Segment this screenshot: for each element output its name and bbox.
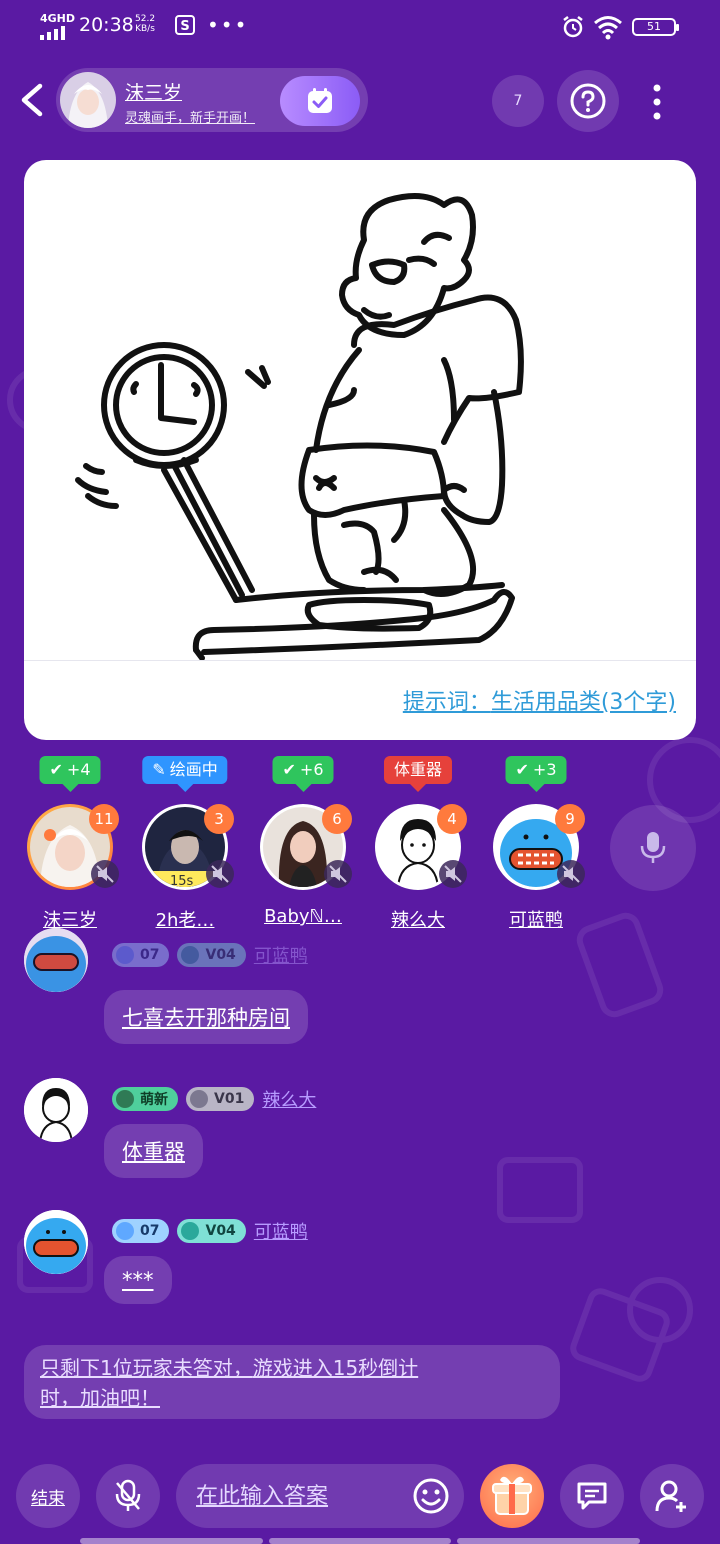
drawing-canvas: 提示词：生活用品类(3个字) bbox=[24, 160, 696, 740]
svg-text:S: S bbox=[180, 19, 189, 34]
chat-avatar[interactable] bbox=[24, 1078, 88, 1142]
player-score: 9 bbox=[555, 804, 585, 834]
microphone-icon bbox=[640, 832, 666, 863]
chat-message: 07 V04 可蓝鸭 *** bbox=[24, 1210, 424, 1310]
question-circle-icon bbox=[570, 83, 606, 119]
smile-icon[interactable] bbox=[412, 1477, 450, 1515]
player-slot-2[interactable]: ✎ 绘画中 15s 3 2h老… bbox=[130, 756, 240, 936]
battery-indicator: 51 bbox=[632, 18, 679, 36]
mic-button[interactable] bbox=[610, 805, 696, 891]
person-on-scale-sketch bbox=[75, 193, 524, 660]
chat-bubble: 七喜去开那种房间 bbox=[104, 990, 308, 1044]
chat-button[interactable] bbox=[560, 1464, 624, 1528]
more-notifications: ••• bbox=[207, 13, 249, 37]
canvas-divider bbox=[24, 660, 696, 661]
chat-bubble-icon bbox=[577, 1482, 607, 1510]
vip-badge: V01 bbox=[186, 1087, 255, 1111]
chat-avatar[interactable] bbox=[24, 1210, 88, 1274]
chat-message: 07 V04 可蓝鸭 七喜去开那种房间 bbox=[24, 928, 424, 1046]
drawing-timer: 15s bbox=[170, 874, 194, 889]
speaker-muted-icon bbox=[91, 860, 119, 888]
mic-off-icon bbox=[115, 1479, 141, 1511]
gift-button[interactable] bbox=[480, 1464, 544, 1528]
player-tag: ✎ 绘画中 bbox=[142, 756, 228, 784]
player-score: 11 bbox=[89, 804, 119, 834]
viewer-count[interactable]: 7 bbox=[492, 75, 544, 127]
player-name: 可蓝鸭 bbox=[509, 910, 563, 931]
chat-username[interactable]: 辣么大 bbox=[262, 1086, 316, 1112]
player-slot-3[interactable]: ✔ +6 6 Babyℕ… bbox=[248, 756, 358, 936]
check-in-button[interactable] bbox=[280, 76, 360, 126]
player-tag: ✔ +3 bbox=[505, 756, 567, 784]
network-type: 4GHD bbox=[40, 12, 76, 25]
speaker-muted-icon bbox=[206, 860, 234, 888]
host-name: 沫三岁 bbox=[125, 82, 183, 104]
vertical-dots-icon[interactable] bbox=[645, 82, 669, 122]
player-name: 沫三岁 bbox=[43, 910, 97, 931]
chat-username[interactable]: 可蓝鸭 bbox=[254, 942, 308, 968]
calendar-check-icon bbox=[308, 88, 332, 113]
end-button[interactable]: 结束 bbox=[16, 1464, 80, 1528]
chat-bubble: 体重器 bbox=[104, 1124, 203, 1178]
player-name: 2h老… bbox=[155, 910, 215, 931]
vip-badge: V04 bbox=[177, 943, 246, 967]
player-score: 4 bbox=[437, 804, 467, 834]
speaker-muted-icon bbox=[439, 860, 467, 888]
level-badge: 萌新 bbox=[112, 1087, 178, 1111]
chat-message: 萌新 V01 辣么大 体重器 bbox=[24, 1078, 424, 1178]
help-button[interactable] bbox=[557, 70, 619, 132]
wifi-icon bbox=[594, 16, 622, 40]
gift-icon bbox=[492, 1476, 532, 1515]
chat-meta: 07 V04 可蓝鸭 bbox=[112, 942, 308, 968]
player-tag: ✔ +4 bbox=[39, 756, 101, 784]
alarm-icon bbox=[563, 16, 583, 38]
player-slot-4[interactable]: 体重器 4 辣么大 bbox=[363, 756, 473, 936]
mic-toggle-button[interactable] bbox=[96, 1464, 160, 1528]
chat-meta: 07 V04 可蓝鸭 bbox=[112, 1218, 308, 1244]
player-tag: 体重器 bbox=[383, 756, 453, 784]
signal-icon bbox=[40, 26, 65, 40]
speaker-muted-icon bbox=[557, 860, 585, 888]
chat-avatar[interactable] bbox=[24, 928, 88, 992]
add-friend-button[interactable] bbox=[640, 1464, 704, 1528]
player-score: 3 bbox=[204, 804, 234, 834]
status-bar: 4GHD 20:38 52.2 KB/s S ••• 51 bbox=[0, 0, 720, 56]
status-time: 20:38 bbox=[79, 14, 134, 36]
player-name: Babyℕ… bbox=[264, 906, 342, 927]
host-subtitle: 灵魂画手，新手开画！ bbox=[125, 111, 256, 126]
app-notification-icon: S bbox=[175, 15, 195, 35]
level-badge: 07 bbox=[112, 1219, 170, 1243]
back-arrow-icon[interactable] bbox=[14, 80, 50, 120]
speaker-muted-icon bbox=[324, 860, 352, 888]
level-badge: 07 bbox=[112, 943, 170, 967]
network-speed: 52.2 KB/s bbox=[135, 14, 156, 34]
player-slot-1[interactable]: ✔ +4 11 沫三岁 bbox=[15, 756, 125, 936]
player-tag: ✔ +6 bbox=[272, 756, 334, 784]
chat-bubble: *** bbox=[104, 1256, 172, 1304]
player-score: 6 bbox=[322, 804, 352, 834]
home-indicator bbox=[80, 1538, 641, 1544]
player-name: 辣么大 bbox=[391, 910, 445, 931]
player-slot-5[interactable]: ✔ +3 9 可蓝鸭 bbox=[481, 756, 591, 936]
vip-badge: V04 bbox=[177, 1219, 246, 1243]
host-avatar[interactable] bbox=[60, 72, 116, 128]
hint-text: 提示词：生活用品类(3个字) bbox=[402, 690, 676, 715]
answer-input-box[interactable] bbox=[176, 1464, 464, 1528]
system-message: 只剩下1位玩家未答对，游戏进入15秒倒计 时，加油吧！ bbox=[24, 1345, 560, 1419]
chat-meta: 萌新 V01 辣么大 bbox=[112, 1086, 316, 1112]
answer-input[interactable] bbox=[194, 1482, 418, 1510]
chat-username[interactable]: 可蓝鸭 bbox=[254, 1218, 308, 1244]
add-user-icon bbox=[655, 1480, 686, 1512]
